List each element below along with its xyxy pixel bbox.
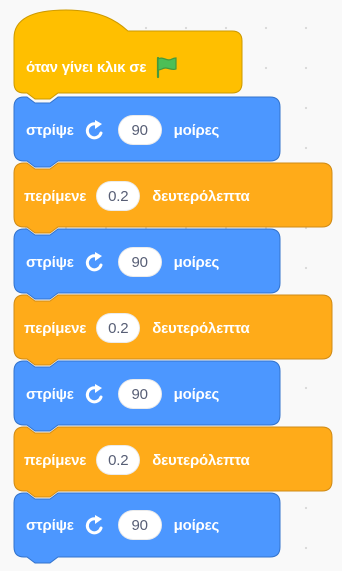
turn-right-label-row: στρίψε 90 μοίρες	[26, 509, 219, 541]
rotate-right-icon	[85, 515, 103, 535]
code-area[interactable]: όταν γίνει κλικ σε στρίψε 90 μοίρες περί…	[0, 0, 342, 571]
turn-right-prefix: στρίψε	[26, 516, 74, 534]
turn-right-suffix: μοίρες	[173, 516, 220, 534]
script-stack[interactable]: όταν γίνει κλικ σε στρίψε 90 μοίρες περί…	[0, 0, 342, 571]
degrees-input[interactable]: 90	[117, 510, 162, 540]
turn-right-block[interactable]	[0, 0, 342, 571]
